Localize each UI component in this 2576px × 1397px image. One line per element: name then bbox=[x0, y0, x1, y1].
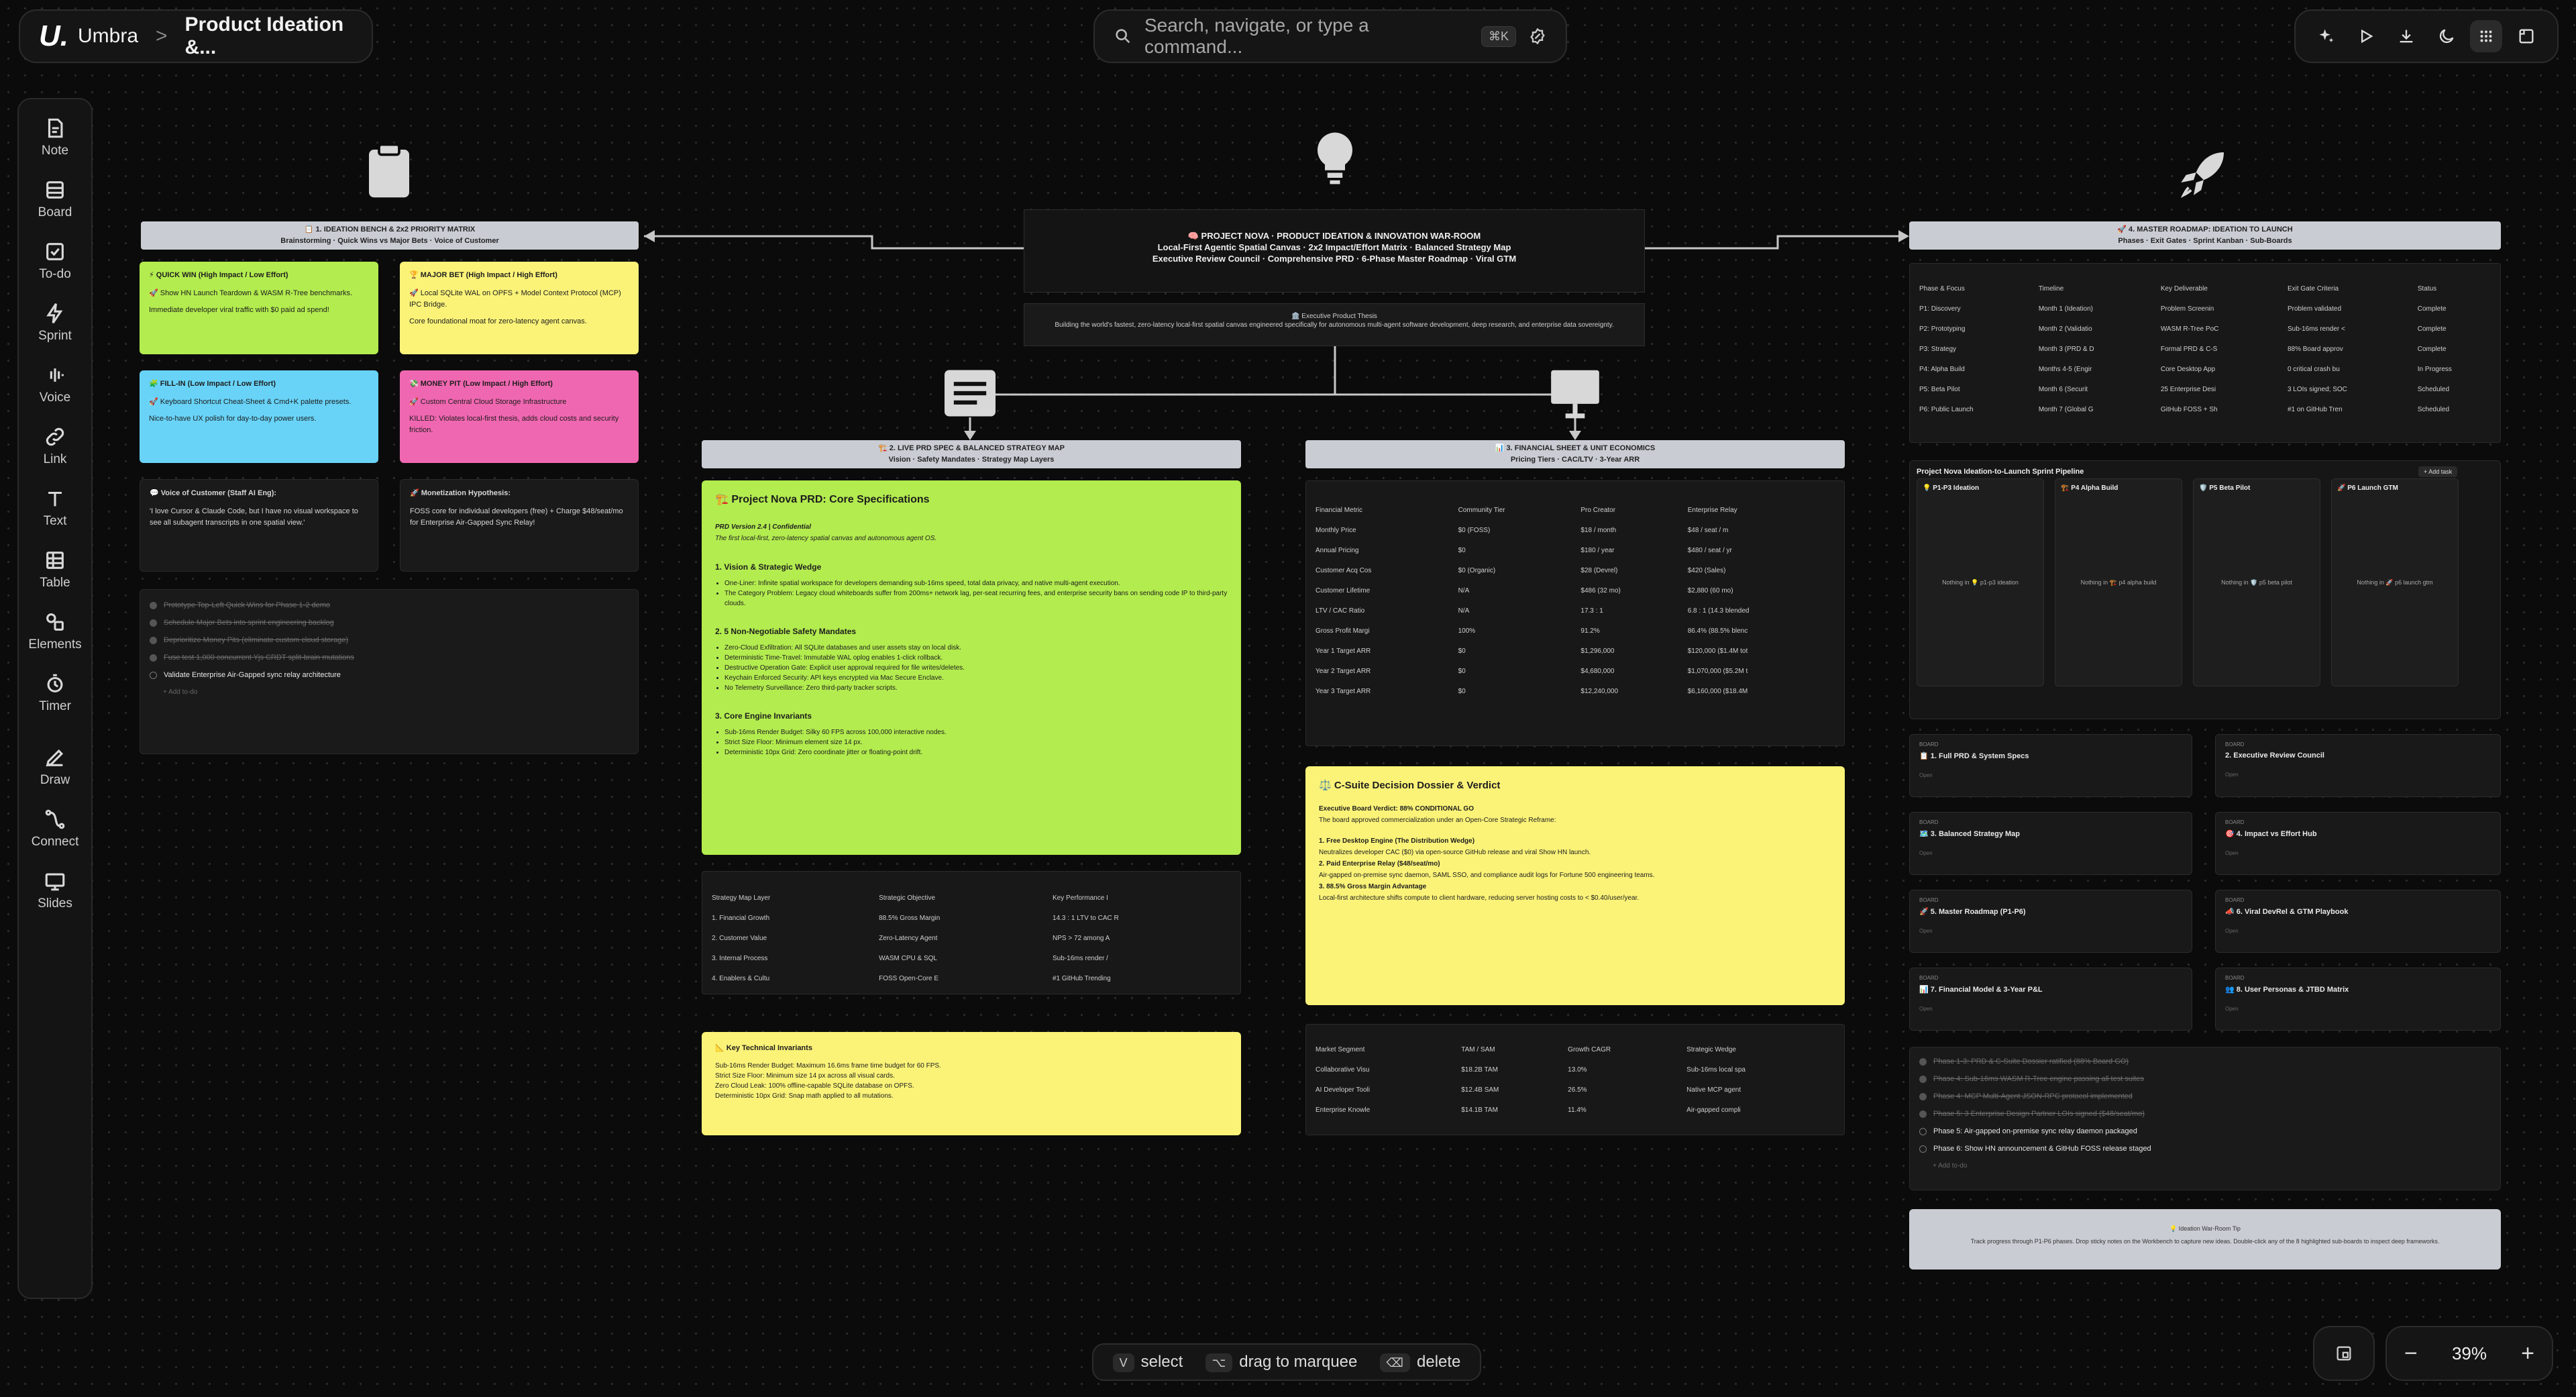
lightbulb-icon bbox=[1317, 132, 1353, 185]
ideation-todo-list[interactable]: Prototype Top-Left Quick Wins for Phase … bbox=[140, 589, 639, 754]
zoom-level[interactable]: 39% bbox=[2452, 1343, 2487, 1364]
add-todo-button[interactable]: + Add to-do bbox=[1919, 1157, 2491, 1175]
document-lines-icon bbox=[945, 370, 996, 417]
zoom-controls: − 39% + bbox=[2385, 1326, 2553, 1381]
sub-board-card[interactable]: BOARD 📋 1. Full PRD & System Specs Open bbox=[1909, 734, 2192, 797]
section-header-ideation[interactable]: 📋 1. IDEATION BENCH & 2x2 PRIORITY MATRI… bbox=[141, 221, 639, 250]
clipboard-icon bbox=[369, 143, 409, 198]
sub-board-card[interactable]: BOARD 📊 7. Financial Model & 3-Year P&L Op… bbox=[1909, 968, 2192, 1031]
shortcut-hints: Vselect ⌥ drag to marquee ⌫ delete bbox=[1092, 1343, 1481, 1381]
market-sizing-table[interactable]: Market Segment TAM / SAM Growth CAGR Strate… bbox=[1305, 1024, 1845, 1135]
zoom-out-button[interactable]: − bbox=[2404, 1341, 2418, 1367]
add-todo-button[interactable]: + Add to-do bbox=[150, 684, 629, 701]
voice-of-customer-note[interactable]: 💬 Voice of Customer (Staff AI Eng): 'I lo… bbox=[140, 479, 378, 572]
key-technical-invariants[interactable]: 📐 Key Technical Invariants Sub-16ms Rend… bbox=[702, 1032, 1241, 1135]
sticky-money-pit[interactable]: 💸 MONEY PIT (Low Impact / High Effort) 🚀 … bbox=[400, 370, 639, 463]
sub-board-card[interactable]: BOARD 🎯 4. Impact vs Effort Hub Open bbox=[2215, 812, 2501, 875]
strategy-map-table[interactable]: Strategy Map Layer Strategic Objective Key… bbox=[702, 871, 1241, 994]
presentation-board-icon bbox=[1551, 370, 1599, 419]
section-header-prd[interactable]: 🏗️ 2. LIVE PRD SPEC & BALANCED STRATEGY … bbox=[702, 440, 1241, 468]
war-room-title[interactable]: 🧠 PROJECT NOVA · PRODUCT IDEATION & INNO… bbox=[1024, 209, 1645, 293]
zoom-in-button[interactable]: + bbox=[2521, 1341, 2534, 1367]
sticky-fill-in[interactable]: 🧩 FILL-IN (Low Impact / Low Effort) 🚀 Key… bbox=[140, 370, 378, 463]
sprint-pipeline[interactable]: Project Nova Ideation-to-Launch Sprint P… bbox=[1909, 460, 2501, 719]
monetization-note[interactable]: 🚀 Monetization Hypothesis: FOSS core for … bbox=[400, 479, 639, 572]
sticky-major-bet[interactable]: 🏆 MAJOR BET (High Impact / High Effort) 🚀… bbox=[400, 262, 639, 354]
kanban-column[interactable]: 🚀 P6 Launch GTM Nothing in 🚀 p6 launch gt… bbox=[2331, 478, 2459, 686]
sticky-quick-win[interactable]: ⚡ QUICK WIN (High Impact / Low Effort) 🚀 … bbox=[140, 262, 378, 354]
section-header-financial[interactable]: 📊 3. FINANCIAL SHEET & UNIT ECONOMICS Pri… bbox=[1305, 440, 1845, 468]
add-task-button[interactable]: + Add task bbox=[2418, 466, 2458, 477]
sub-board-card[interactable]: BOARD 🗺️ 3. Balanced Strategy Map Open bbox=[1909, 812, 2192, 875]
kanban-column[interactable]: 💡 P1-P3 Ideation Nothing in 💡 p1-p3 ideat… bbox=[1917, 478, 2044, 686]
roadmap-table[interactable]: Phase & Focus Timeline Key Deliverable Exit… bbox=[1909, 263, 2501, 443]
sub-board-card[interactable]: BOARD 🚀 5. Master Roadmap (P1-P6) Open bbox=[1909, 890, 2192, 953]
pipeline-title: Project Nova Ideation-to-Launch Sprint P… bbox=[1917, 468, 2084, 476]
decision-dossier[interactable]: ⚖️ C-Suite Decision Dossier & Verdict Ex… bbox=[1305, 766, 1845, 1005]
sub-board-card[interactable]: BOARD 📣 6. Viral DevRel & GTM Playbook Ope… bbox=[2215, 890, 2501, 953]
financial-table[interactable]: Financial Metric Community Tier Pro Creato… bbox=[1305, 480, 1845, 746]
war-room-tip[interactable]: 💡 Ideation War-Room Tip Track progress t… bbox=[1909, 1209, 2501, 1270]
prd-document[interactable]: 🏗️ Project Nova PRD: Core Specifications… bbox=[702, 480, 1241, 855]
rocket-icon bbox=[2180, 152, 2224, 198]
minimap-icon bbox=[2337, 1346, 2351, 1361]
sub-board-card[interactable]: BOARD 2. Executive Review Council Open bbox=[2215, 734, 2501, 797]
kanban-column[interactable]: 🏗️ P4 Alpha Build Nothing in 🏗️ p4 alpha … bbox=[2055, 478, 2182, 686]
executive-thesis[interactable]: 🏛️ Executive Product Thesis Building the… bbox=[1024, 303, 1645, 346]
section-header-roadmap[interactable]: 🚀 4. MASTER ROADMAP: IDEATION TO LAUNCH P… bbox=[1909, 221, 2501, 250]
kanban-column[interactable]: 🛡️ P5 Beta Pilot Nothing in 🛡️ p5 beta pi… bbox=[2193, 478, 2320, 686]
minimap-toggle[interactable] bbox=[2313, 1326, 2375, 1381]
phase-todo-list[interactable]: Phase 1-3: PRD & C-Suite Dossier ratifie… bbox=[1909, 1047, 2501, 1190]
sub-board-card[interactable]: BOARD 👥 8. User Personas & JTBD Matrix Ope… bbox=[2215, 968, 2501, 1031]
